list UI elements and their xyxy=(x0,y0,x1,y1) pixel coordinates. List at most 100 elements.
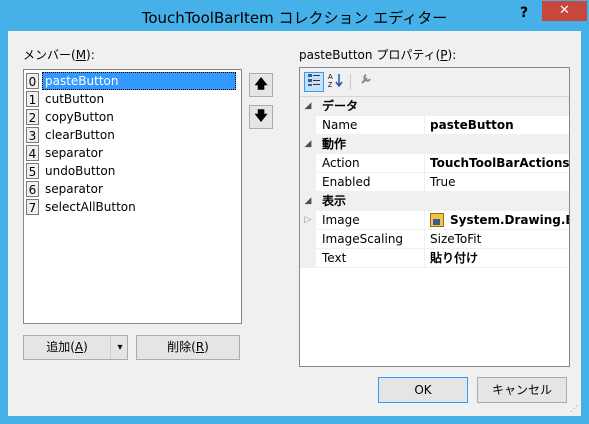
property-pages-button[interactable] xyxy=(356,72,376,92)
add-button[interactable]: 追加(A) ▾ xyxy=(23,335,128,360)
member-item-4[interactable]: 4 separator xyxy=(26,144,239,162)
property-name: Enabled xyxy=(322,173,425,192)
property-name: Text xyxy=(322,249,425,268)
property-grid[interactable]: AZ ◢ データ Name pasteButton ◢ 動作 Action To… xyxy=(299,67,570,367)
close-button[interactable]: ✕ xyxy=(542,1,587,21)
member-name: selectAllButton xyxy=(45,200,136,214)
property-value-text: System.Drawing.B xyxy=(450,213,569,227)
title-bar: TouchToolBarItem コレクション エディター ? ✕ xyxy=(1,1,588,31)
wrench-icon xyxy=(361,74,371,84)
property-value[interactable]: TouchToolBarActions. xyxy=(430,154,569,173)
row-gutter xyxy=(300,154,316,173)
row-gutter xyxy=(300,116,316,135)
property-row-enabled[interactable]: Enabled True xyxy=(300,173,569,192)
property-value[interactable]: 貼り付け xyxy=(430,249,569,268)
properties-label-prefix: pasteButton プロパティ( xyxy=(299,48,441,62)
members-label-suffix: ): xyxy=(86,48,95,62)
row-gutter xyxy=(300,249,316,268)
member-name: copyButton xyxy=(45,110,114,124)
remove-label-suffix: ) xyxy=(204,340,209,354)
category-row-behavior[interactable]: ◢ 動作 xyxy=(300,135,569,154)
member-index: 6 xyxy=(26,181,39,197)
collection-editor-window: TouchToolBarItem コレクション エディター ? ✕ メンバー(M… xyxy=(0,0,589,424)
svg-text:A: A xyxy=(328,74,333,81)
member-name: pasteButton xyxy=(42,72,236,90)
property-value[interactable]: pasteButton xyxy=(430,116,569,135)
cancel-button[interactable]: キャンセル xyxy=(477,377,567,403)
dialog-client-area: メンバー(M): 0 pasteButton 1 cutButton 2 cop… xyxy=(8,31,581,416)
property-row-image[interactable]: ▷ Image System.Drawing.B xyxy=(300,211,569,230)
member-name: cutButton xyxy=(45,92,105,106)
property-value[interactable]: True xyxy=(430,173,569,192)
member-item-5[interactable]: 5 undoButton xyxy=(26,162,239,180)
add-label-prefix: 追加( xyxy=(46,340,75,354)
member-index: 5 xyxy=(26,163,39,179)
arrow-down-icon: 🡇 xyxy=(254,109,268,124)
member-index: 3 xyxy=(26,127,39,143)
property-row-imagescaling[interactable]: ImageScaling SizeToFit xyxy=(300,230,569,249)
sort-az-icon: AZ xyxy=(328,74,343,89)
member-name: undoButton xyxy=(45,164,116,178)
property-name: Image xyxy=(322,211,425,230)
member-index: 0 xyxy=(26,73,39,89)
remove-label-key: R xyxy=(195,340,205,354)
property-value[interactable]: System.Drawing.B xyxy=(430,211,569,230)
property-name: Action xyxy=(322,154,425,173)
category-name: 表示 xyxy=(322,194,347,208)
members-label: メンバー(M): xyxy=(23,46,95,63)
properties-label-key: P xyxy=(440,48,448,62)
property-name: ImageScaling xyxy=(322,230,425,249)
member-name: separator xyxy=(45,182,103,196)
category-name: データ xyxy=(322,99,359,113)
help-button[interactable]: ? xyxy=(513,3,535,23)
row-gutter xyxy=(300,230,316,249)
members-label-key: M xyxy=(75,48,87,62)
add-label-suffix: ) xyxy=(83,340,88,354)
member-name: separator xyxy=(45,146,103,160)
expand-icon[interactable]: ▷ xyxy=(300,211,316,230)
resize-grip-icon[interactable]: ⋰ xyxy=(570,404,580,414)
property-grid-toolbar: AZ xyxy=(300,68,569,97)
row-gutter xyxy=(300,173,316,192)
property-value[interactable]: SizeToFit xyxy=(430,230,569,249)
add-dropdown-arrow-icon[interactable]: ▾ xyxy=(110,336,129,359)
member-index: 1 xyxy=(26,91,39,107)
collapse-icon[interactable]: ◢ xyxy=(300,97,316,116)
property-row-text[interactable]: Text 貼り付け xyxy=(300,249,569,268)
category-name: 動作 xyxy=(322,137,347,151)
collapse-icon[interactable]: ◢ xyxy=(300,135,316,154)
collapse-icon[interactable]: ◢ xyxy=(300,192,316,211)
member-item-7[interactable]: 7 selectAllButton xyxy=(26,198,239,216)
members-listbox[interactable]: 0 pasteButton 1 cutButton 2 copyButton 3… xyxy=(23,69,242,324)
move-up-button[interactable]: 🡅 xyxy=(249,73,273,97)
toolbar-separator xyxy=(350,74,351,90)
properties-label: pasteButton プロパティ(P): xyxy=(299,46,456,63)
remove-label-prefix: 削除( xyxy=(167,340,196,354)
member-item-3[interactable]: 3 clearButton xyxy=(26,126,239,144)
bitmap-icon xyxy=(430,213,444,227)
window-title: TouchToolBarItem コレクション エディター xyxy=(141,9,448,27)
member-item-0[interactable]: 0 pasteButton xyxy=(26,72,239,90)
members-label-prefix: メンバー( xyxy=(23,48,76,62)
property-row-action[interactable]: Action TouchToolBarActions. xyxy=(300,154,569,173)
category-row-appearance[interactable]: ◢ 表示 xyxy=(300,192,569,211)
move-down-button[interactable]: 🡇 xyxy=(249,105,273,129)
member-item-6[interactable]: 6 separator xyxy=(26,180,239,198)
member-index: 2 xyxy=(26,109,39,125)
remove-button[interactable]: 削除(R) xyxy=(136,335,240,360)
member-name: clearButton xyxy=(45,128,115,142)
alphabetical-view-button[interactable]: AZ xyxy=(326,72,346,92)
property-name: Name xyxy=(322,116,425,135)
categorized-icon xyxy=(308,74,320,86)
member-index: 4 xyxy=(26,145,39,161)
category-row-data[interactable]: ◢ データ xyxy=(300,97,569,116)
add-button-label: 追加(A) xyxy=(24,336,110,359)
member-item-2[interactable]: 2 copyButton xyxy=(26,108,239,126)
ok-button[interactable]: OK xyxy=(378,377,468,403)
member-item-1[interactable]: 1 cutButton xyxy=(26,90,239,108)
categorized-view-button[interactable] xyxy=(304,72,324,92)
svg-text:Z: Z xyxy=(328,82,333,88)
member-index: 7 xyxy=(26,199,39,215)
property-row-name[interactable]: Name pasteButton xyxy=(300,116,569,135)
add-label-key: A xyxy=(74,340,84,354)
